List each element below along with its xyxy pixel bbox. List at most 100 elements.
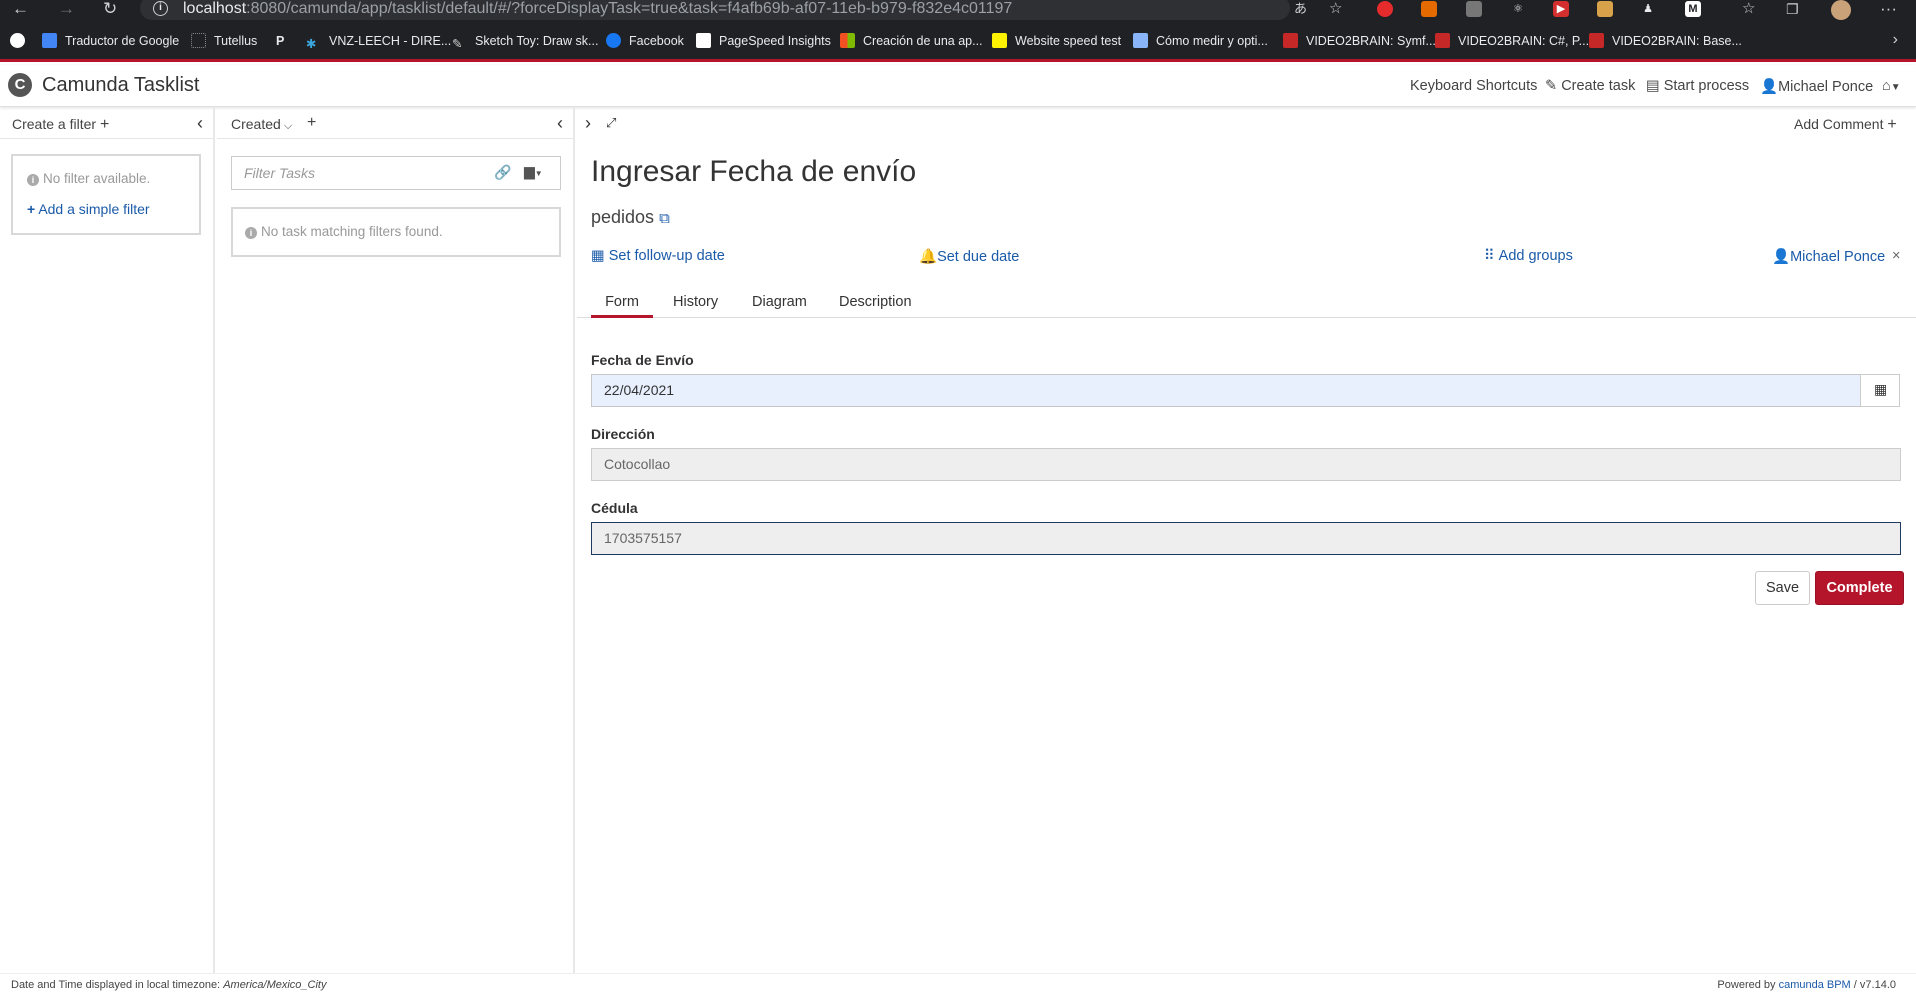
star-icon: ✱ (306, 37, 317, 51)
external-link-icon: ⧉ (659, 210, 670, 227)
bookmark-label: Tutellus (214, 34, 258, 48)
back-arrow-icon[interactable]: ← (12, 0, 29, 18)
cedula-input[interactable]: 1703575157 (591, 522, 1901, 555)
bookmark-tutellus[interactable]: Tutellus (191, 33, 257, 49)
version-text: / v7.14.0 (1853, 979, 1896, 991)
profile-avatar-icon[interactable] (1831, 0, 1851, 20)
app-header: C Camunda Tasklist Keyboard Shortcuts ✎ … (0, 65, 1916, 107)
fecha-envio-label: Fecha de Envío (591, 352, 694, 368)
fecha-envio-input[interactable]: 22/04/2021 (591, 374, 1861, 407)
bookmark-v2b-base[interactable]: VIDEO2BRAIN: Base... (1589, 33, 1742, 49)
assignee-name: Michael Ponce (1790, 249, 1886, 265)
assignee-link[interactable]: 👤Michael Ponce (1772, 248, 1885, 265)
link-icon[interactable]: 🔗 (494, 164, 511, 181)
expand-list-icon[interactable]: › (585, 113, 591, 134)
bookmarks-bar: Traductor de Google Tutellus P ✱ VNZ-LEEC… (0, 20, 1916, 62)
user-icon: 👤 (1760, 79, 1779, 95)
camunda-logo-icon: C (8, 73, 32, 97)
cedula-label: Cédula (591, 500, 638, 516)
no-filter-message: i No filter available. (27, 171, 150, 186)
tab-form[interactable]: Form (591, 294, 653, 318)
add-comment-button[interactable]: Add Comment + (1794, 116, 1897, 134)
bookmark-creacion[interactable]: Creación de una ap... (840, 33, 983, 49)
save-filter-dropdown[interactable]: ▆▼ (524, 163, 543, 180)
tab-history[interactable]: History (673, 294, 718, 318)
tab-diagram[interactable]: Diagram (752, 294, 807, 318)
add-simple-filter-link[interactable]: + Add a simple filter (27, 201, 150, 217)
site-info-icon[interactable]: i (153, 1, 168, 16)
process-name: pedidos (591, 207, 655, 227)
collections-icon[interactable]: ❐ (1786, 0, 1799, 18)
filter-tasks-input[interactable] (232, 157, 482, 189)
more-menu-icon[interactable]: ··· (1880, 0, 1897, 18)
extension-gray-icon[interactable] (1466, 1, 1482, 17)
reload-icon[interactable]: ↻ (103, 0, 117, 18)
extension-orange-icon[interactable] (1421, 1, 1437, 17)
process-definition-link[interactable]: pedidos ⧉ (591, 207, 670, 228)
calendar-icon: ▦ (1874, 381, 1888, 397)
collapse-filters-icon[interactable]: ‹ (197, 113, 203, 134)
extension-red-icon[interactable] (1377, 1, 1393, 17)
task-list-header: Created ⌵ + ‹ (217, 107, 573, 139)
url-host: localhost (183, 0, 247, 17)
bookmark-label: VIDEO2BRAIN: Base... (1612, 34, 1742, 48)
timezone-prefix: Date and Time displayed in local timezon… (11, 979, 221, 991)
tutellus-icon (191, 33, 206, 48)
create-task-label: Create task (1561, 78, 1636, 94)
timezone-note: Date and Time displayed in local timezon… (11, 979, 327, 991)
pagespeed-icon (696, 33, 711, 48)
info-icon: i (27, 174, 39, 186)
bookmark-v2b-symf[interactable]: VIDEO2BRAIN: Symf... (1283, 33, 1436, 49)
bookmark-speedtest[interactable]: Website speed test (992, 33, 1121, 49)
bookmark-traductor[interactable]: Traductor de Google (42, 33, 179, 49)
date-picker-button[interactable]: ▦ (1860, 374, 1900, 407)
create-filter-label: Create a filter (12, 116, 97, 132)
url-path: :8080/camunda/app/tasklist/default/#/?fo… (246, 0, 1013, 17)
bookmark-sketch[interactable]: ✎ Sketch Toy: Draw sk... (452, 33, 598, 51)
bookmark-v2b-csharp[interactable]: VIDEO2BRAIN: C#, P... (1435, 33, 1589, 49)
direccion-input[interactable]: Cotocollao (591, 448, 1901, 481)
set-due-date-link[interactable]: 🔔Set due date (919, 248, 1019, 265)
collapse-list-icon[interactable]: ‹ (557, 113, 563, 134)
complete-button[interactable]: Complete (1815, 571, 1904, 605)
bookmark-label: VIDEO2BRAIN: C#, P... (1458, 34, 1590, 48)
create-task-link[interactable]: ✎ Create task (1545, 78, 1635, 94)
extension-brown-icon[interactable] (1597, 1, 1613, 17)
maximize-icon[interactable]: ⤢ (606, 115, 616, 131)
home-menu[interactable]: ⌂▼ (1882, 78, 1901, 94)
browser-toolbar: ← → ↻ i localhost:8080/camunda/app/taskl… (0, 0, 1916, 20)
save-button[interactable]: Save (1755, 571, 1810, 605)
forward-arrow-icon[interactable]: → (58, 0, 75, 18)
sort-dropdown[interactable]: Created ⌵ (231, 116, 292, 133)
bookmark-vnz[interactable]: ✱ VNZ-LEECH - DIRE... (306, 33, 451, 51)
user-menu[interactable]: 👤Michael Ponce (1760, 78, 1873, 95)
start-process-link[interactable]: ▤ Start process (1646, 78, 1749, 94)
footer: Date and Time displayed in local timezon… (0, 973, 1916, 994)
filters-panel-header: Create a filter + ‹ (0, 107, 213, 139)
keyboard-shortcuts-link[interactable]: Keyboard Shortcuts (1410, 78, 1537, 94)
bookmark-github[interactable] (10, 33, 33, 49)
camunda-bpm-link[interactable]: camunda BPM (1779, 979, 1851, 991)
add-groups-link[interactable]: ⠿ Add groups (1484, 248, 1573, 264)
bookmark-facebook[interactable]: Facebook (606, 33, 684, 49)
translate-icon[interactable]: あ (1294, 0, 1307, 18)
url-text[interactable]: localhost:8080/camunda/app/tasklist/defa… (183, 0, 1012, 18)
bookmark-pagespeed[interactable]: PageSpeed Insights (696, 33, 831, 49)
favorite-add-icon[interactable]: ☆ (1329, 0, 1342, 18)
add-sorting-button[interactable]: + (307, 114, 316, 132)
add-comment-label: Add Comment (1794, 116, 1884, 132)
unassign-close-icon[interactable]: × (1892, 248, 1900, 264)
extension-video-icon[interactable]: ▶ (1553, 1, 1569, 17)
bookmark-como-medir[interactable]: Cómo medir y opti... (1133, 33, 1268, 49)
favorites-icon[interactable]: ☆ (1742, 0, 1755, 18)
set-follow-up-date-link[interactable]: ▦ Set follow-up date (591, 248, 725, 264)
extension-m-icon[interactable]: M (1685, 1, 1701, 17)
bookmarks-more-icon[interactable]: › (1893, 31, 1898, 49)
create-filter-button[interactable]: Create a filter + (12, 116, 109, 134)
task-title: Ingresar Fecha de envío (591, 155, 917, 188)
extension-figure-icon[interactable]: ♟ (1640, 1, 1656, 17)
react-devtools-icon[interactable]: ⚛ (1510, 1, 1526, 17)
video2brain-icon (1435, 33, 1450, 48)
bookmark-p[interactable]: P (276, 33, 284, 49)
tab-description[interactable]: Description (839, 294, 912, 318)
